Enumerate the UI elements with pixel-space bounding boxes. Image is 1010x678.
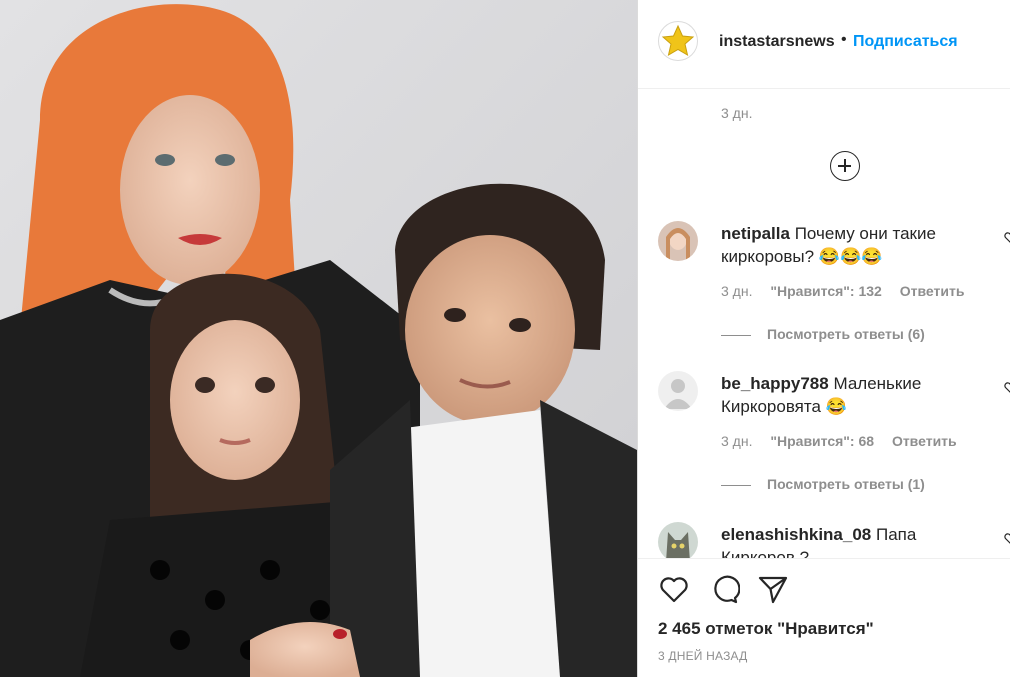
heart-icon[interactable] (1004, 381, 1010, 393)
comment-username[interactable]: elenashishkina_08 (721, 525, 871, 544)
view-replies-label: Посмотреть ответы (6) (767, 326, 925, 342)
view-replies-button[interactable]: Посмотреть ответы (1) (721, 476, 925, 492)
comment-text: netipalla Почему они такие киркоровы? 😂😂… (721, 222, 971, 268)
comments-list[interactable]: 3 дн. netipalla Почему они такие киркоро… (638, 89, 1010, 558)
cat-avatar-image (658, 522, 698, 558)
heart-icon[interactable] (1004, 532, 1010, 544)
family-photo-illustration (0, 0, 637, 677)
comment-username[interactable]: be_happy788 (721, 374, 829, 393)
caption-time: 3 дн. (721, 105, 753, 121)
divider-line (721, 484, 751, 486)
post-date: 3 ДНЕЙ НАЗАД (658, 649, 748, 663)
star-icon (661, 24, 695, 57)
account-avatar[interactable] (658, 21, 698, 61)
comment-time: 3 дн. (721, 283, 753, 299)
avatar-image (658, 221, 698, 261)
comment-likes[interactable]: "Нравится": 68 (770, 433, 874, 449)
reply-button[interactable]: Ответить (892, 433, 957, 449)
post-header: instastarsnews • Подписаться (638, 0, 1010, 89)
comment-meta: 3 дн. "Нравится": 68 Ответить (721, 433, 971, 449)
post-actions: 2 465 отметок "Нравится" 3 ДНЕЙ НАЗАД (638, 558, 1010, 678)
post-photo[interactable] (0, 0, 637, 677)
comment-text: elenashishkina_08 Папа Киркоров ? (721, 523, 971, 558)
comment-text: be_happy788 Маленькие Киркоровята 😂 (721, 372, 971, 418)
share-icon[interactable] (757, 573, 789, 605)
comment-meta: 3 дн. "Нравится": 132 Ответить (721, 283, 978, 299)
view-replies-label: Посмотреть ответы (1) (767, 476, 925, 492)
comment-avatar[interactable] (658, 371, 698, 411)
view-replies-button[interactable]: Посмотреть ответы (6) (721, 326, 925, 342)
header-separator: • (841, 31, 847, 48)
comment-icon[interactable] (708, 573, 740, 605)
comment-likes[interactable]: "Нравится": 132 (770, 283, 881, 299)
comment-username[interactable]: netipalla (721, 224, 790, 243)
comment-avatar[interactable] (658, 522, 698, 558)
follow-button[interactable]: Подписаться (853, 33, 958, 51)
reply-button[interactable]: Ответить (900, 283, 965, 299)
heart-icon[interactable] (1004, 231, 1010, 243)
likes-count[interactable]: 2 465 отметок "Нравится" (658, 619, 874, 639)
plus-circle-icon[interactable] (830, 151, 860, 181)
post-side-panel: instastarsnews • Подписаться 3 дн. netip… (637, 0, 1010, 677)
comment-avatar[interactable] (658, 221, 698, 261)
account-username[interactable]: instastarsnews (719, 33, 835, 51)
divider-line (721, 334, 751, 336)
default-avatar-icon (658, 371, 698, 411)
comment-time: 3 дн. (721, 433, 753, 449)
heart-icon[interactable] (658, 573, 690, 605)
